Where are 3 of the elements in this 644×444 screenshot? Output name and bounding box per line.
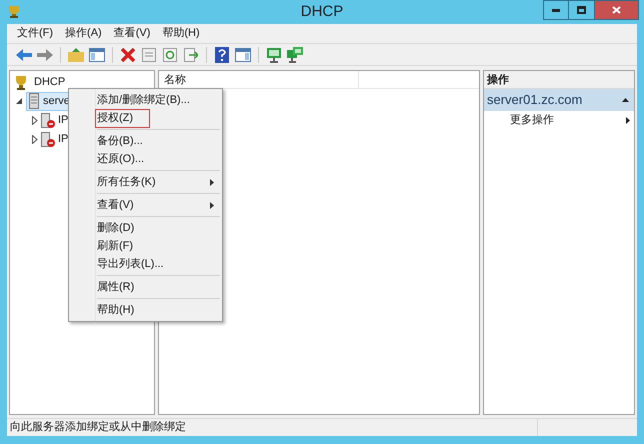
- window-title: DHCP: [300, 2, 344, 22]
- status-bar-text: 向此服务器添加绑定或从中删除绑定: [9, 420, 187, 435]
- action-pane-title: 操作: [484, 71, 634, 89]
